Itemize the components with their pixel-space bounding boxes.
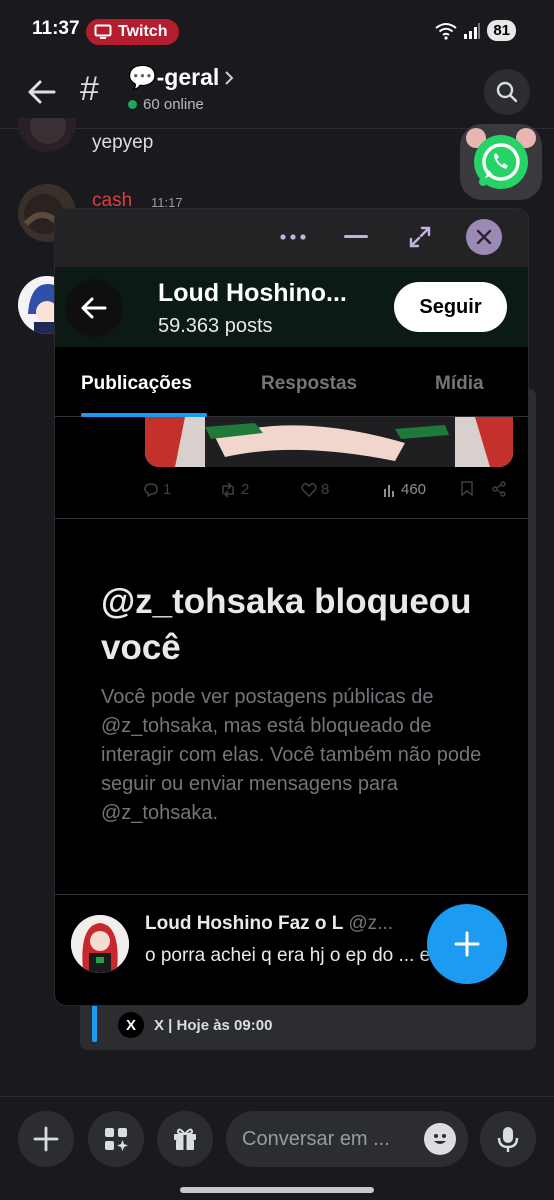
- apps-icon: [105, 1128, 128, 1151]
- heart-icon: [301, 483, 317, 497]
- chevron-right-icon: [225, 70, 234, 85]
- channel-name: 💬-geral: [128, 64, 220, 90]
- embed-accent-bar: [92, 1002, 97, 1042]
- whatsapp-icon: [474, 135, 528, 189]
- channel-hash-icon: #: [80, 70, 99, 108]
- online-count-label: 60 online: [143, 96, 204, 113]
- popup-titlebar: [55, 209, 528, 267]
- x-tab-bar: Publicações Respostas Mídia: [55, 347, 528, 417]
- popup-more-button[interactable]: [275, 219, 311, 255]
- voice-message-button[interactable]: [480, 1111, 536, 1167]
- popup-minimize-button[interactable]: [338, 219, 374, 255]
- bookmark-icon: [461, 481, 473, 496]
- share-action[interactable]: [491, 481, 507, 497]
- screen-icon: [94, 24, 112, 39]
- like-action[interactable]: 8: [301, 481, 329, 498]
- avatar[interactable]: [18, 118, 76, 152]
- whatsapp-bubble[interactable]: [460, 124, 542, 200]
- embed-source: X | Hoje às 09:00: [154, 1016, 273, 1034]
- popup-expand-button[interactable]: [402, 219, 438, 255]
- plus-icon: [454, 931, 480, 957]
- wifi-icon: [435, 22, 457, 40]
- online-dot: [128, 100, 137, 109]
- avatar-image: [71, 915, 129, 973]
- message-input[interactable]: Conversar em ...: [226, 1111, 468, 1167]
- x-profile-name: Loud Hoshino...: [158, 279, 347, 307]
- follow-button[interactable]: Seguir: [394, 282, 507, 332]
- message-input-placeholder: Conversar em ...: [242, 1127, 390, 1150]
- message-composer: Conversar em ...: [0, 1096, 554, 1200]
- clock: 11:37: [32, 18, 80, 39]
- compose-post-button[interactable]: [427, 904, 507, 984]
- x-back-button[interactable]: [65, 279, 123, 337]
- repost-count: 2: [241, 481, 250, 498]
- back-button[interactable]: [24, 74, 60, 110]
- reply-count: 1: [163, 481, 172, 498]
- emoji-icon: [434, 1134, 446, 1144]
- add-attachment-button[interactable]: [18, 1111, 74, 1167]
- repost-action[interactable]: 2: [219, 481, 249, 498]
- reply-icon: [144, 482, 158, 497]
- search-icon: [496, 81, 518, 103]
- status-bar: 11:37 Twitch 81: [0, 0, 554, 62]
- popup-close-button[interactable]: [466, 219, 502, 255]
- twitch-label: Twitch: [118, 23, 168, 40]
- online-count: 60 online: [128, 96, 204, 113]
- x-profile-header: Loud Hoshino... 59.363 posts Seguir: [55, 267, 528, 347]
- minimize-icon: [344, 235, 368, 238]
- tweet-handle: @z...: [348, 913, 393, 934]
- x-popup-window: Loud Hoshino... 59.363 posts Seguir Publ…: [54, 208, 529, 1006]
- gift-icon: [174, 1128, 196, 1150]
- expand-icon: [409, 226, 431, 248]
- channel-name-button[interactable]: 💬-geral: [128, 64, 235, 91]
- reply-action[interactable]: 1: [143, 481, 171, 498]
- view-count: 460: [401, 481, 427, 498]
- home-indicator: [180, 1187, 374, 1193]
- channel-header: # 💬-geral 60 online: [0, 62, 554, 122]
- post-divider: [55, 518, 528, 519]
- blocked-title: @z_tohsaka bloqueou você: [101, 582, 472, 667]
- battery-level: 81: [487, 20, 516, 41]
- twitch-indicator[interactable]: Twitch: [86, 19, 180, 45]
- tab-midia[interactable]: Mídia: [435, 373, 484, 395]
- message-text: yepyep: [92, 132, 154, 153]
- post-image: [145, 417, 513, 467]
- embed-footer: X X | Hoje às 09:00: [118, 1012, 272, 1038]
- share-icon: [492, 481, 506, 497]
- microphone-icon: [497, 1127, 519, 1152]
- gift-button[interactable]: [157, 1111, 213, 1167]
- emoji-button[interactable]: [424, 1123, 456, 1155]
- post-media[interactable]: [145, 417, 513, 467]
- views-icon: [384, 484, 394, 497]
- like-count: 8: [321, 481, 330, 498]
- more-dots-icon: [280, 234, 306, 240]
- signal-icon: [464, 22, 481, 39]
- tab-respostas[interactable]: Respostas: [261, 373, 357, 395]
- close-icon: [476, 229, 492, 245]
- x-post-count: 59.363 posts: [158, 315, 273, 337]
- section-divider: [55, 894, 528, 895]
- repost-icon: [222, 481, 234, 498]
- tab-publicacoes[interactable]: Publicações: [81, 373, 192, 395]
- x-logo-icon: X: [118, 1012, 144, 1038]
- views-action[interactable]: 460: [383, 481, 426, 498]
- tweet-avatar[interactable]: [71, 915, 129, 973]
- apps-button[interactable]: [88, 1111, 144, 1167]
- system-icons: 81: [435, 20, 516, 41]
- arrow-left-icon: [28, 80, 56, 104]
- search-button[interactable]: [484, 69, 530, 115]
- arrow-left-icon: [81, 297, 107, 319]
- tweet-author-name: Loud Hoshino Faz o L: [145, 913, 344, 934]
- post-actions: 1 2 8 460: [143, 481, 513, 501]
- plus-icon: [33, 1126, 59, 1152]
- blocked-description: Você pode ver postagens públicas de @z_t…: [101, 686, 482, 824]
- avatar-image: [18, 118, 76, 152]
- bookmark-action[interactable]: [461, 481, 473, 496]
- tweet-author[interactable]: Loud Hoshino Faz o L @z...: [145, 913, 393, 935]
